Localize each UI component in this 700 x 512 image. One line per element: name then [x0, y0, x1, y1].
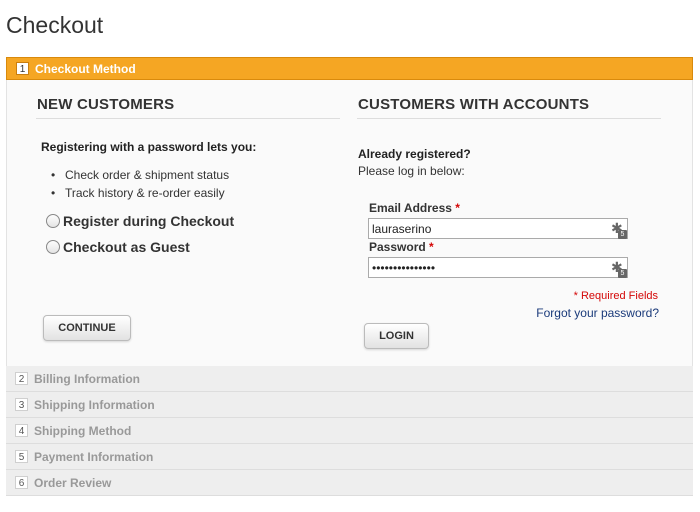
password-manager-badge: 5 — [618, 269, 627, 278]
email-field[interactable] — [368, 218, 628, 239]
register-radio-label: Register during Checkout — [63, 213, 235, 229]
step-number: 1 — [16, 62, 29, 75]
step-number: 6 — [15, 476, 28, 489]
continue-button[interactable]: CONTINUE — [43, 315, 131, 341]
step-number: 2 — [15, 372, 28, 385]
customers-with-accounts-divider — [357, 118, 661, 119]
step-billing-information[interactable]: 2 Billing Information — [6, 366, 693, 392]
register-during-checkout-option[interactable]: Register during Checkout — [46, 213, 234, 229]
list-item: Track history & re-order easily — [51, 184, 229, 202]
register-radio[interactable] — [46, 214, 60, 228]
step-title: Payment Information — [34, 449, 154, 464]
step-title: Shipping Method — [34, 423, 132, 438]
new-customers-divider — [36, 118, 340, 119]
already-registered-text: Already registered? — [358, 147, 471, 161]
step-title: Checkout Method — [35, 61, 136, 76]
password-manager-badge: 5 — [618, 230, 627, 239]
step-title: Billing Information — [34, 371, 140, 386]
step-number: 3 — [15, 398, 28, 411]
list-item: Check order & shipment status — [51, 166, 229, 184]
password-label: Password * — [369, 240, 434, 254]
step-shipping-method[interactable]: 4 Shipping Method — [6, 418, 693, 444]
step-order-review[interactable]: 6 Order Review — [6, 470, 693, 496]
step-payment-information[interactable]: 5 Payment Information — [6, 444, 693, 470]
new-customers-heading: NEW CUSTOMERS — [37, 96, 175, 113]
step-title: Order Review — [34, 475, 112, 490]
password-field[interactable] — [368, 257, 628, 278]
step-shipping-information[interactable]: 3 Shipping Information — [6, 392, 693, 418]
benefits-list: Check order & shipment status Track hist… — [51, 166, 229, 202]
step-number: 4 — [15, 424, 28, 437]
step-number: 5 — [15, 450, 28, 463]
page-title: Checkout — [6, 12, 104, 38]
email-label: Email Address * — [369, 201, 460, 215]
required-fields-note: * Required Fields — [573, 290, 658, 302]
step-header-checkout-method[interactable]: 1 Checkout Method — [6, 57, 693, 80]
required-star: * — [429, 240, 434, 254]
forgot-password-link[interactable]: Forgot your password? — [536, 306, 659, 320]
guest-radio-label: Checkout as Guest — [63, 239, 190, 255]
customers-with-accounts-heading: CUSTOMERS WITH ACCOUNTS — [358, 96, 590, 113]
step-title: Shipping Information — [34, 397, 155, 412]
login-button[interactable]: LOGIN — [364, 323, 429, 349]
registration-intro: Registering with a password lets you: — [41, 140, 257, 154]
required-star: * — [455, 201, 460, 215]
guest-radio[interactable] — [46, 240, 60, 254]
login-prompt-text: Please log in below: — [358, 164, 465, 178]
checkout-as-guest-option[interactable]: Checkout as Guest — [46, 239, 190, 255]
